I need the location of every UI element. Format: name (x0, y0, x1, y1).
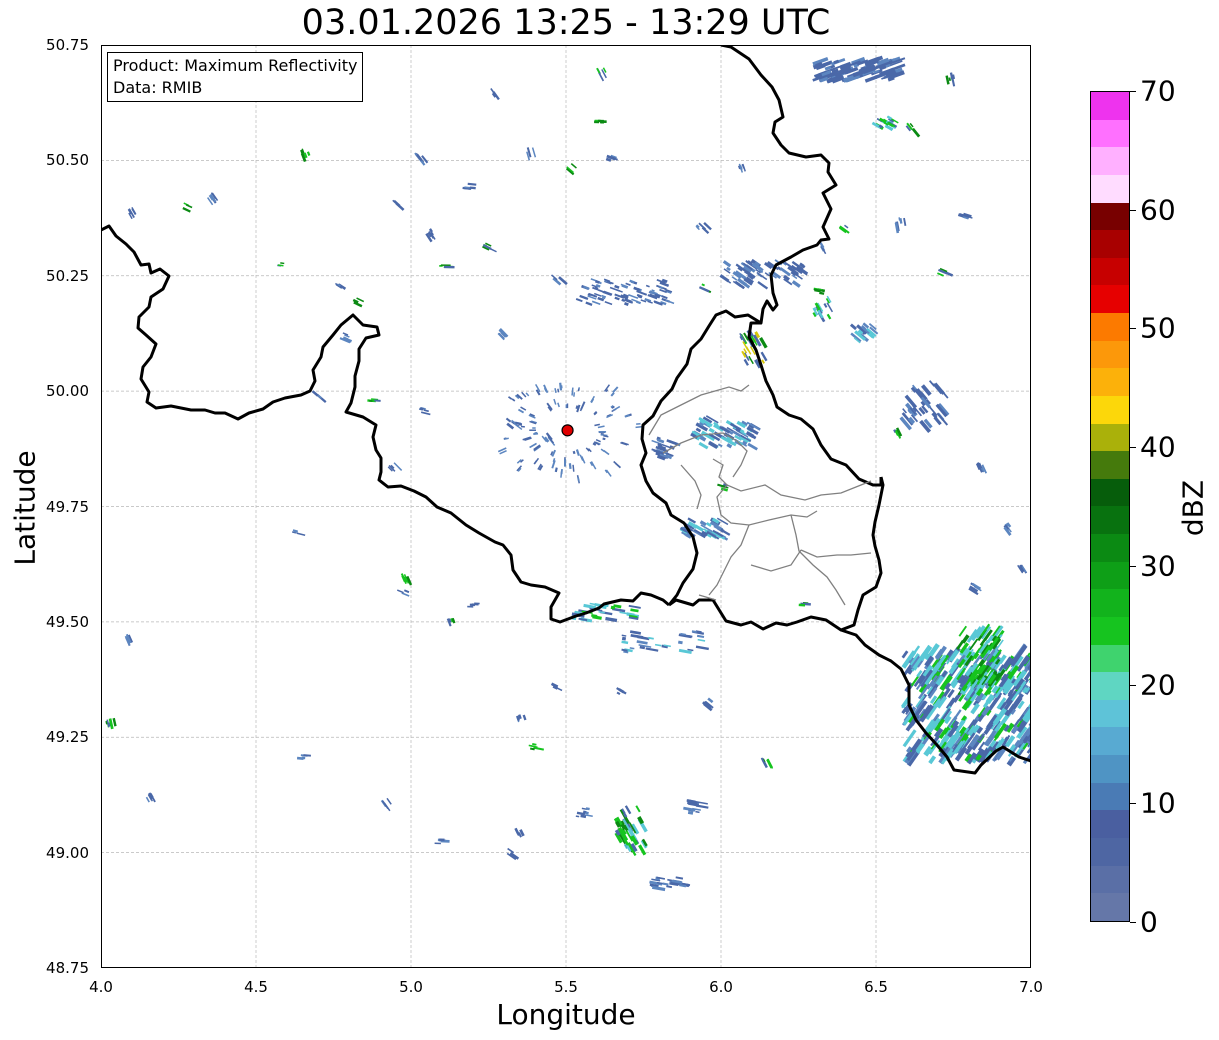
echo-pixel (598, 119, 604, 123)
colorbar-segment (1091, 395, 1129, 424)
echo-pixel (600, 121, 604, 124)
colorbar-tick-mark (1130, 447, 1136, 449)
colorbar-tick-label: 30 (1140, 549, 1176, 583)
echo-pixel (529, 429, 536, 431)
colorbar-segment (1091, 616, 1129, 645)
x-tick-label: 5.0 (399, 978, 423, 996)
y-tick-label: 50.00 (46, 382, 89, 401)
colorbar-tick-label: 40 (1140, 430, 1176, 464)
echo-pixel (434, 842, 441, 845)
colorbar-segment (1091, 893, 1129, 921)
colorbar-segment (1091, 865, 1129, 894)
x-tick-label: 6.5 (864, 978, 888, 996)
colorbar-tick-mark (1130, 684, 1136, 686)
colorbar-segment (1091, 368, 1129, 396)
y-tick-label: 48.75 (46, 959, 89, 977)
echo-pixel (439, 838, 445, 842)
colorbar-tick-label: 0 (1140, 905, 1158, 939)
colorbar-segment (1091, 285, 1129, 313)
echo-pixel (598, 431, 607, 433)
colorbar-segment (1091, 147, 1129, 175)
echo-pixel (532, 427, 536, 429)
y-tick-label: 49.50 (46, 612, 89, 631)
colorbar-tick-mark (1130, 91, 1136, 92)
colorbar-segment (1091, 755, 1129, 783)
x-tick-label: 4.5 (244, 978, 268, 996)
colorbar-tick-mark (1130, 328, 1136, 330)
colorbar-tick-mark (1130, 922, 1136, 923)
echo-pixel (471, 603, 479, 606)
echo-pixel (443, 265, 455, 269)
colorbar-segment (1091, 257, 1129, 286)
x-tick-label: 4.0 (89, 978, 113, 996)
colorbar-segment (1091, 174, 1129, 203)
colorbar-segment (1091, 561, 1129, 590)
echo-pixel (467, 605, 474, 608)
x-tick-label: 7.0 (1019, 978, 1043, 996)
info-box: Product: Maximum Reflectivity Data: RMIB (107, 52, 364, 102)
x-axis-label: Longitude (496, 998, 636, 1031)
colorbar-tick-mark (1130, 209, 1136, 211)
colorbar-segment (1091, 837, 1129, 866)
colorbar-segment (1091, 119, 1129, 148)
radar-map (101, 45, 1031, 968)
colorbar-tick-label: 50 (1140, 311, 1176, 345)
echo-pixel (566, 403, 569, 409)
colorbar-tick-label: 70 (1140, 74, 1176, 108)
colorbar-tick-label: 20 (1140, 668, 1176, 702)
colorbar-segment (1091, 644, 1129, 673)
colorbar-segment (1091, 92, 1129, 120)
colorbar-tick-label: 60 (1140, 193, 1176, 227)
colorbar-segment (1091, 202, 1129, 231)
echo-pixel (621, 636, 627, 641)
colorbar-segment (1091, 782, 1129, 811)
echo-pixel (369, 400, 373, 402)
colorbar-segment (1091, 313, 1129, 341)
echo-pixel (564, 458, 567, 467)
colorbar-segment (1091, 727, 1129, 755)
x-tick-label: 6.0 (709, 978, 733, 996)
echo-pixel (440, 264, 451, 267)
colorbar-segment (1091, 699, 1129, 728)
colorbar-segment (1091, 423, 1129, 452)
colorbar-segment (1091, 672, 1129, 700)
radar-site-marker (561, 424, 574, 437)
y-tick-label: 50.50 (46, 151, 89, 170)
y-tick-label: 49.75 (46, 497, 89, 516)
product-label: Product: Maximum Reflectivity (113, 56, 358, 75)
y-tick-label: 49.00 (46, 843, 89, 862)
y-axis-label: Latitude (8, 450, 42, 566)
data-source-label: Data: RMIB (113, 78, 203, 97)
map-title: 03.01.2026 13:25 - 13:29 UTC (301, 3, 831, 43)
colorbar-tick-mark (1130, 803, 1136, 805)
echo-pixel (798, 603, 806, 607)
colorbar-label: dBZ (1176, 479, 1210, 537)
echo-cluster (598, 431, 607, 434)
y-tick-label: 50.75 (46, 36, 89, 54)
y-tick-label: 50.25 (46, 266, 89, 285)
y-tick-label: 49.25 (46, 728, 89, 747)
colorbar-segment (1091, 340, 1129, 369)
colorbar-segment (1091, 534, 1129, 562)
echo-pixel (296, 756, 304, 760)
colorbar-segment (1091, 230, 1129, 258)
echo-pixel (585, 811, 589, 815)
colorbar-tick-mark (1130, 565, 1136, 567)
radar-map-canvas (101, 45, 1031, 968)
colorbar-segment (1091, 478, 1129, 507)
colorbar-segment (1091, 451, 1129, 479)
x-tick-label: 5.5 (554, 978, 578, 996)
colorbar (1090, 91, 1130, 922)
colorbar-segment (1091, 810, 1129, 838)
colorbar-segment (1091, 506, 1129, 534)
colorbar-tick-label: 10 (1140, 786, 1176, 820)
echo-pixel (560, 385, 563, 389)
colorbar-segment (1091, 589, 1129, 617)
